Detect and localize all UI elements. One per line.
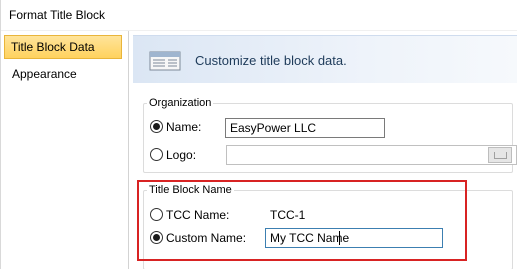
page-header: Customize title block data. [133,35,517,83]
organization-group-label: Organization [147,97,214,109]
name-radio-label: Name: [166,120,202,134]
logo-path-field[interactable] [226,145,517,165]
page-header-text: Customize title block data. [195,53,347,68]
name-radio[interactable] [150,120,163,133]
sidebar-nav: Title Block Data Appearance [1,31,128,269]
logo-radio[interactable] [150,148,163,161]
format-title-block-dialog: Format Title Block Title Block Data Appe… [0,0,517,269]
nav-item-title-block-data[interactable]: Title Block Data [4,35,122,59]
logo-radio-label: Logo: [166,148,197,162]
title-block-icon [149,51,181,71]
annotation-highlight-box [137,180,467,261]
title-bar: Format Title Block [1,0,517,30]
browse-logo-button[interactable] [488,147,512,163]
nav-item-appearance[interactable]: Appearance [4,63,122,87]
window-title: Format Title Block [9,8,106,22]
organization-name-field[interactable]: EasyPower LLC [225,118,385,138]
